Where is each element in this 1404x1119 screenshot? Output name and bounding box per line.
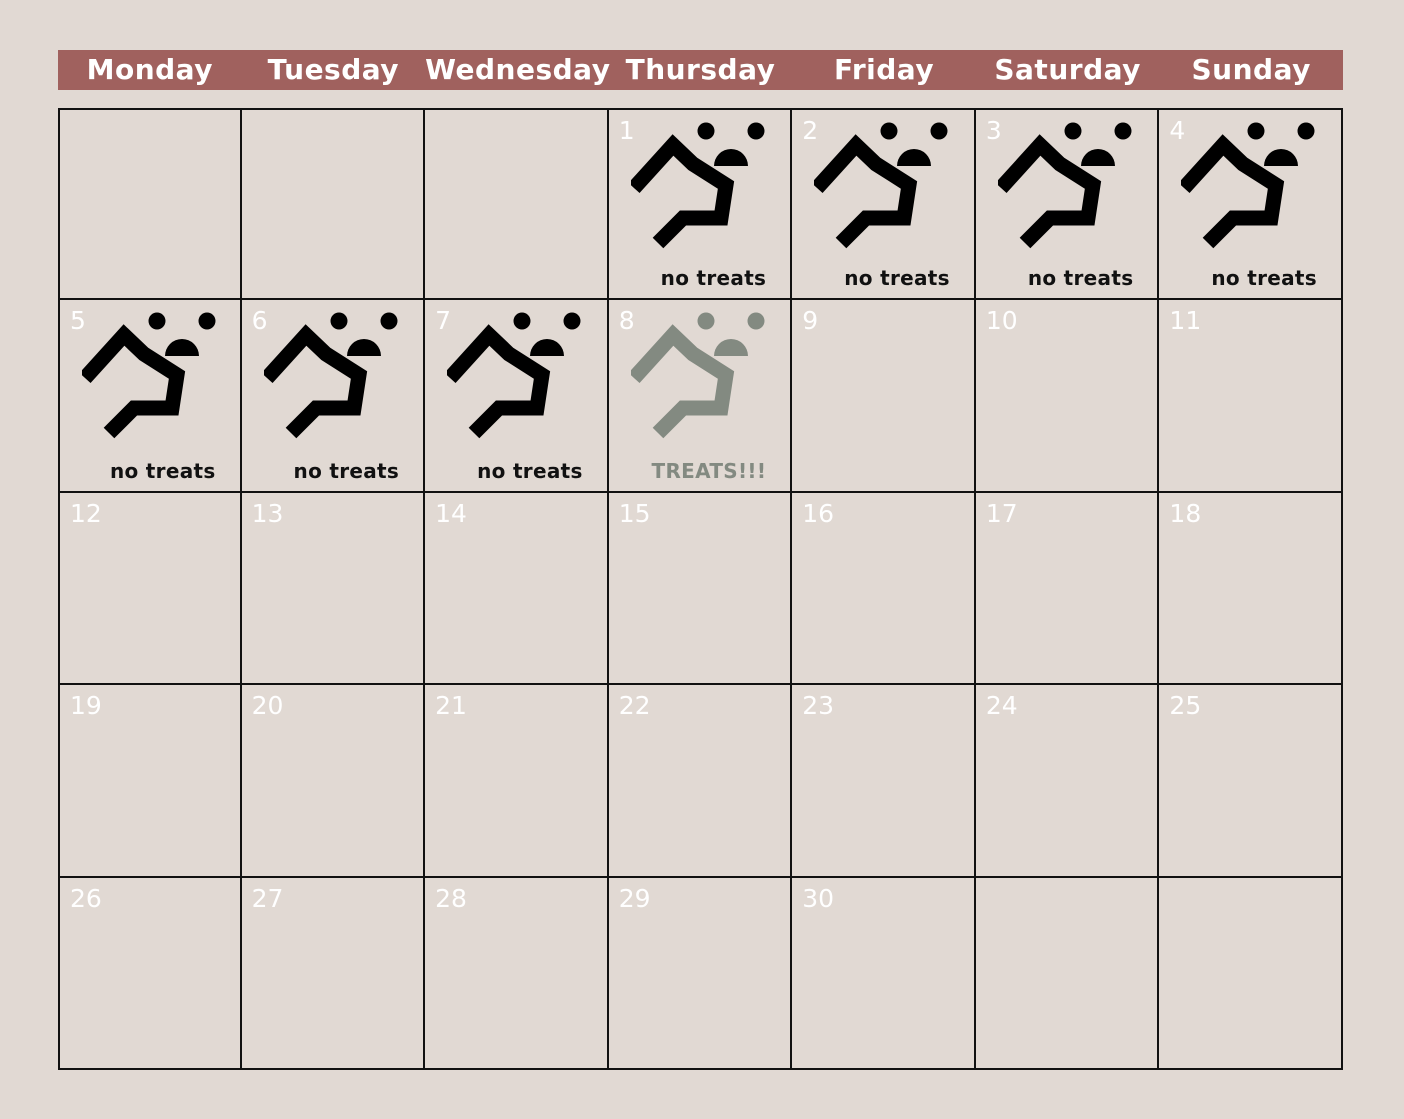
calendar-day-14[interactable]: 14	[425, 492, 609, 686]
calendar-empty-cell[interactable]	[241, 108, 426, 301]
date-number: 17	[985, 498, 1018, 528]
date-number: 13	[251, 498, 284, 528]
running-figure-icon	[263, 312, 398, 439]
running-figure-icon	[814, 122, 948, 249]
treats-note: TREATS!!!	[651, 458, 767, 483]
date-number: 28	[435, 883, 467, 913]
date-number: 23	[802, 691, 835, 721]
calendar-grid: 1 no treats 2 no treats 3 no treats 4 no treats…	[58, 108, 1343, 1070]
no-treats-note: no treats	[844, 266, 950, 291]
calendar-empty-cell[interactable]	[1159, 877, 1343, 1070]
weekday-wednesday: Wednesday	[425, 53, 611, 86]
weekday-monday: Monday	[86, 53, 213, 86]
date-number: 19	[70, 691, 102, 721]
date-number: 16	[802, 498, 835, 528]
running-figure-icon	[447, 312, 581, 439]
calendar-day-24[interactable]: 24	[975, 685, 1160, 878]
running-figure-icon	[630, 312, 765, 439]
calendar-day-23[interactable]: 23	[792, 685, 976, 878]
running-figure-icon	[1181, 122, 1315, 249]
date-number: 20	[251, 691, 284, 721]
calendar-empty-cell[interactable]	[975, 877, 1160, 1070]
calendar-day-7[interactable]: 7 no treats	[425, 300, 609, 493]
no-treats-note: no treats	[660, 266, 767, 291]
calendar-day-17[interactable]: 17	[975, 492, 1160, 686]
calendar-day-15[interactable]: 15	[608, 492, 793, 686]
calendar-empty-cell[interactable]	[58, 108, 242, 301]
date-number: 18	[1169, 498, 1202, 528]
calendar-day-12[interactable]: 12	[58, 492, 242, 686]
date-number: 24	[985, 691, 1018, 721]
calendar-day-16[interactable]: 16	[792, 492, 976, 686]
weekday-sunday: Sunday	[1191, 53, 1311, 86]
calendar-day-5[interactable]: 5 no treats	[58, 300, 242, 493]
date-number: 29	[618, 883, 651, 913]
date-number: 11	[1169, 306, 1202, 336]
date-number: 9	[802, 306, 819, 336]
running-figure-icon	[82, 312, 216, 439]
calendar-day-30[interactable]: 30	[792, 877, 976, 1070]
calendar-day-20[interactable]: 20	[241, 685, 426, 878]
calendar-day-6[interactable]: 6 no treats	[241, 300, 426, 493]
calendar-day-19[interactable]: 19	[58, 685, 242, 878]
date-number: 15	[618, 498, 651, 528]
date-number: 22	[618, 691, 651, 721]
calendar-day-9[interactable]: 9	[792, 300, 976, 493]
calendar-day-29[interactable]: 29	[608, 877, 793, 1070]
calendar-day-1[interactable]: 1 no treats	[608, 108, 793, 301]
calendar-day-2[interactable]: 2 no treats	[792, 108, 976, 301]
running-figure-icon	[630, 122, 765, 249]
weekday-thursday: Thursday	[625, 53, 776, 86]
date-number: 14	[435, 498, 467, 528]
weekday-saturday: Saturday	[994, 53, 1141, 86]
no-treats-note: no treats	[109, 458, 216, 483]
calendar-day-26[interactable]: 26	[58, 877, 242, 1070]
calendar-day-13[interactable]: 13	[241, 492, 426, 686]
date-number: 21	[435, 691, 467, 721]
calendar-day-21[interactable]: 21	[425, 685, 609, 878]
calendar-day-11[interactable]: 11	[1159, 300, 1343, 493]
date-number: 26	[70, 883, 102, 913]
calendar-day-4[interactable]: 4 no treats	[1159, 108, 1343, 301]
date-number: 10	[985, 306, 1018, 336]
calendar-day-10[interactable]: 10	[975, 300, 1160, 493]
calendar-day-25[interactable]: 25	[1159, 685, 1343, 878]
date-number: 27	[251, 883, 284, 913]
no-treats-note: no treats	[1027, 266, 1134, 291]
calendar-day-28[interactable]: 28	[425, 877, 609, 1070]
calendar-day-22[interactable]: 22	[608, 685, 793, 878]
calendar-day-18[interactable]: 18	[1159, 492, 1343, 686]
weekday-header: Monday Tuesday Wednesday Thursday Friday…	[58, 50, 1343, 90]
calendar-empty-cell[interactable]	[425, 108, 609, 301]
date-number: 25	[1169, 691, 1202, 721]
weekday-tuesday: Tuesday	[267, 53, 400, 86]
calendar-day-8[interactable]: 8 TREATS!!!	[608, 300, 793, 493]
calendar-day-3[interactable]: 3 no treats	[975, 108, 1160, 301]
date-number: 30	[802, 883, 835, 913]
date-number: 12	[70, 498, 102, 528]
calendar-day-27[interactable]: 27	[241, 877, 426, 1070]
running-figure-icon	[997, 122, 1132, 249]
no-treats-note: no treats	[293, 458, 400, 483]
no-treats-note: no treats	[1211, 266, 1317, 291]
weekday-friday: Friday	[834, 53, 935, 86]
no-treats-note: no treats	[477, 458, 583, 483]
